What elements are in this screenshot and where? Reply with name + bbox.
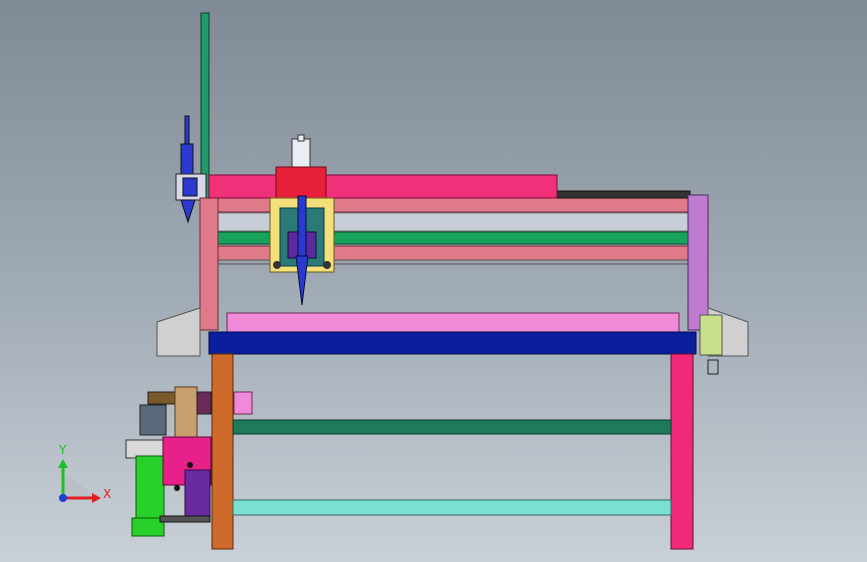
frame-top-dark-rail	[554, 190, 691, 199]
axis-triad-plane	[63, 470, 96, 498]
left-side-bracket	[156, 307, 201, 357]
x-axis-arrow	[92, 493, 101, 503]
frame-left-column	[199, 197, 219, 331]
gantry-beam	[208, 174, 558, 199]
machine-drawing: Y X	[58, 12, 749, 550]
y-axis-label: Y	[58, 443, 67, 457]
axis-triad: Y X	[58, 443, 111, 503]
spindle-carriage	[269, 134, 335, 306]
z-axis-dot	[59, 494, 67, 502]
frame-right-column	[687, 194, 709, 331]
y-axis-arrow	[58, 459, 68, 468]
lower-cyan-bar	[232, 499, 672, 516]
lower-green-bar	[232, 419, 672, 435]
cad-viewport[interactable]: Y X	[0, 0, 867, 562]
table-top	[226, 312, 680, 334]
x-axis-label: X	[103, 487, 111, 501]
blue-cross-beam	[208, 331, 697, 355]
right-leg	[670, 353, 694, 550]
left-leg	[211, 353, 234, 550]
